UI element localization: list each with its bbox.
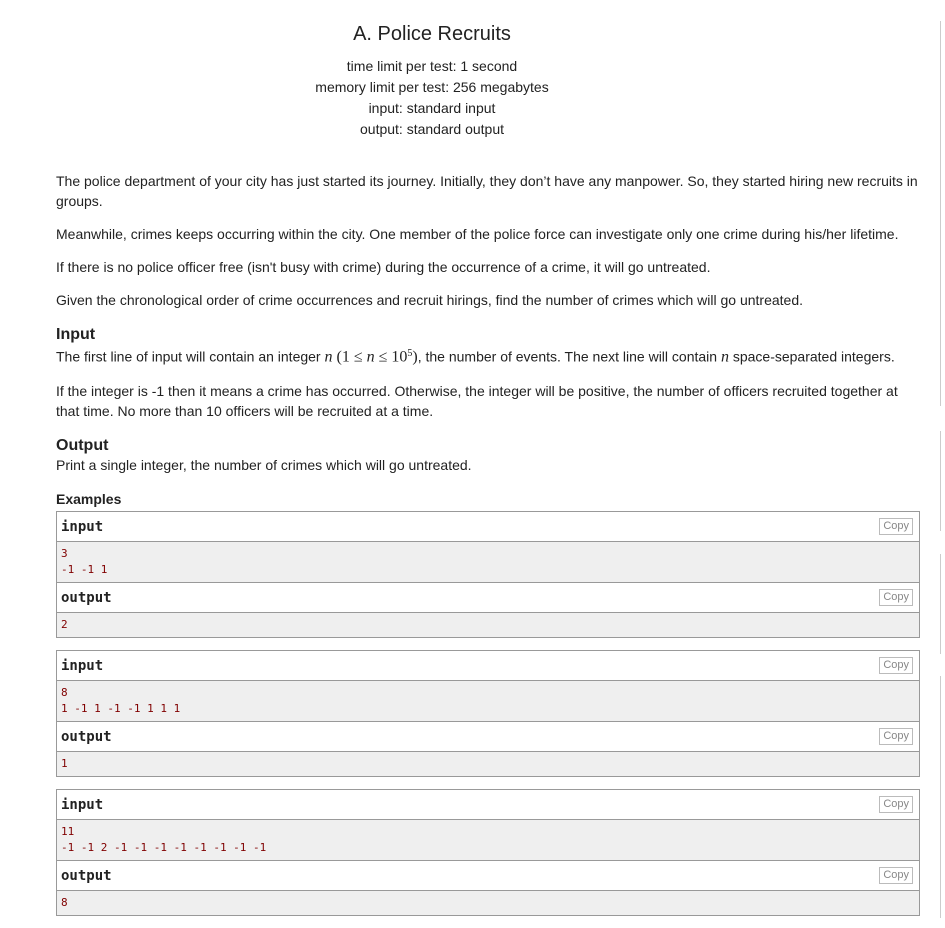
- sidebar-edge: [940, 21, 945, 918]
- sample-input[interactable]: 11 -1 -1 2 -1 -1 -1 -1 -1 -1 -1 -1: [57, 819, 919, 861]
- output-file: output: standard output: [360, 121, 504, 137]
- sample-output[interactable]: 2: [57, 612, 919, 637]
- sample-input-line: 1 -1 1 -1 -1 1 1 1: [61, 701, 181, 715]
- copy-button[interactable]: Copy: [879, 517, 913, 535]
- output-section-title: Output: [56, 436, 109, 454]
- sample-input[interactable]: 3 -1 -1 1: [57, 541, 919, 583]
- sidebar-box-edge: [940, 21, 945, 406]
- sample-input-header: input Copy: [57, 650, 919, 681]
- input-label: input: [61, 518, 104, 535]
- sample-input-line: 8: [61, 685, 68, 699]
- input-spec-text: The first line of input will contain an …: [56, 348, 325, 365]
- input-file: input: standard input: [368, 100, 496, 116]
- copy-button[interactable]: Copy: [879, 866, 913, 884]
- input-spec-paragraph: If the integer is -1 then it means a cri…: [56, 382, 898, 419]
- input-specification: Input The first line of input will conta…: [56, 326, 920, 421]
- sample-output-header: output Copy: [57, 582, 919, 613]
- problem-header: A. Police Recruits time limit per test: …: [0, 21, 920, 140]
- sidebar-box-edge: [940, 676, 945, 918]
- problem-statement: The police department of your city has j…: [56, 171, 920, 928]
- copy-button[interactable]: Copy: [879, 795, 913, 813]
- sidebar-box-edge: [940, 431, 945, 531]
- output-specification: Output Print a single integer, the numbe…: [56, 437, 920, 475]
- copy-button[interactable]: Copy: [879, 727, 913, 745]
- math-var-n: n: [366, 348, 375, 366]
- sample-input[interactable]: 8 1 -1 1 -1 -1 1 1 1: [57, 680, 919, 722]
- statement-paragraph: Given the chronological order of crime o…: [56, 292, 804, 308]
- sample-input-line: 11: [61, 824, 75, 838]
- sample-output-line: 2: [61, 617, 68, 631]
- sample-output-header: output Copy: [57, 860, 919, 891]
- sample-output-line: 1: [61, 756, 68, 770]
- sample-input-header: input Copy: [57, 789, 919, 820]
- output-label: output: [61, 589, 112, 606]
- constraint-mid: ≤ 10: [374, 348, 408, 366]
- input-section-title: Input: [56, 326, 96, 343]
- output-label: output: [61, 728, 112, 745]
- time-limit: time limit per test: 1 second: [346, 58, 518, 74]
- output-spec-text: Print a single integer, the number of cr…: [56, 456, 472, 473]
- sample-input-line: 3: [61, 546, 68, 560]
- input-spec-text: space-separated integers.: [728, 348, 895, 365]
- copy-button[interactable]: Copy: [879, 656, 913, 674]
- output-label: output: [61, 867, 112, 884]
- statement-paragraph: If there is no police officer free (isn'…: [56, 259, 711, 275]
- input-spec-line: The first line of input will contain an …: [56, 344, 920, 368]
- math-var-n: n: [720, 348, 729, 366]
- legend: The police department of your city has j…: [56, 171, 920, 310]
- memory-limit: memory limit per test: 256 megabytes: [315, 79, 549, 95]
- sample-output-line: 8: [61, 895, 68, 909]
- input-spec-text: , the number of events. The next line wi…: [417, 348, 721, 365]
- sample-output[interactable]: 8: [57, 890, 919, 915]
- constraint-open: (1 ≤: [332, 348, 367, 366]
- statement-paragraph: Meanwhile, crimes keeps occurring within…: [56, 226, 899, 242]
- problem-title: A. Police Recruits: [353, 23, 511, 45]
- examples-section: Examples input Copy 3 -1 -1 1 output Cop…: [56, 490, 920, 916]
- sidebar-box-edge: [940, 554, 945, 654]
- sample-output-header: output Copy: [57, 721, 919, 752]
- sample-test: input Copy 3 -1 -1 1 output Copy 2: [56, 510, 920, 638]
- sample-input-line: -1 -1 2 -1 -1 -1 -1 -1 -1 -1 -1: [61, 840, 267, 854]
- sample-output[interactable]: 1: [57, 751, 919, 776]
- sample-input-header: input Copy: [57, 511, 919, 542]
- input-label: input: [61, 657, 104, 674]
- input-label: input: [61, 796, 104, 813]
- sample-input-line: -1 -1 1: [61, 562, 108, 576]
- sample-test: input Copy 8 1 -1 1 -1 -1 1 1 1 output C…: [56, 649, 920, 777]
- statement-paragraph: The police department of your city has j…: [56, 173, 918, 209]
- copy-button[interactable]: Copy: [879, 588, 913, 606]
- examples-title: Examples: [56, 490, 122, 507]
